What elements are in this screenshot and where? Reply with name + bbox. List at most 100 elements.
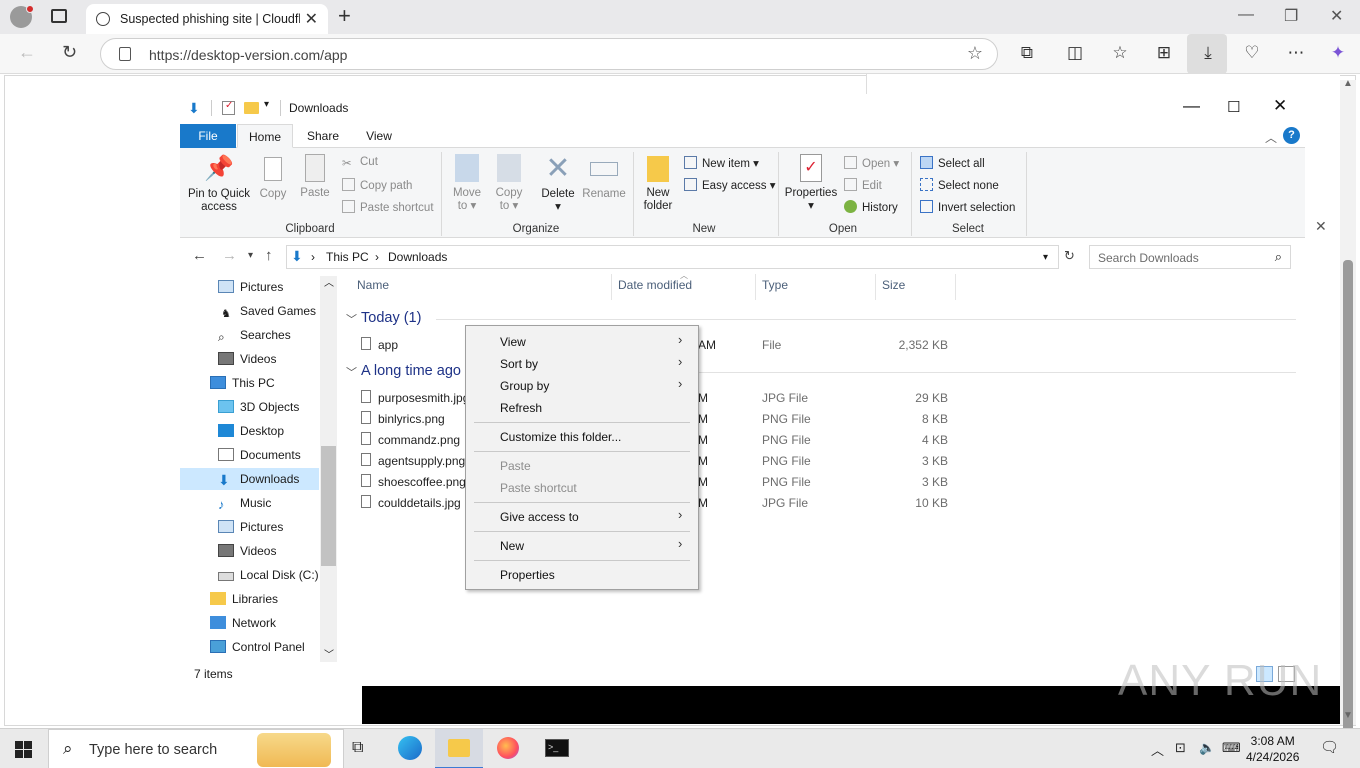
column-separator[interactable] xyxy=(955,274,956,300)
file-name[interactable]: app xyxy=(378,338,398,352)
nav-item-videos[interactable]: Videos xyxy=(218,348,276,370)
volume-icon[interactable]: 🔈 xyxy=(1199,740,1215,756)
path-downloads[interactable]: Downloads xyxy=(388,250,447,264)
group-header-long-ago[interactable]: A long time ago xyxy=(361,363,461,379)
easy-access-button[interactable]: Easy access ▾ xyxy=(684,178,776,192)
file-name[interactable]: coulddetails.jpg xyxy=(378,496,461,510)
open-button[interactable]: Open ▾ xyxy=(844,156,899,170)
properties-quick-icon[interactable]: ✓ xyxy=(222,100,235,115)
page-scrollbar[interactable]: ▲ ▼ xyxy=(1340,78,1356,745)
tab-file[interactable]: File xyxy=(180,124,236,148)
nav-pane-scrollbar[interactable]: ︿ ﹀ xyxy=(320,276,337,662)
search-downloads-input[interactable]: Search Downloads ⌕ xyxy=(1089,245,1291,269)
extensions-icon[interactable]: ⧉ xyxy=(1015,43,1039,63)
nav-item-pictures-2[interactable]: Pictures xyxy=(218,516,283,538)
cut-button[interactable]: ✂ Cut xyxy=(342,156,378,170)
collections-icon[interactable]: ⊞ xyxy=(1152,43,1176,63)
show-hidden-icons[interactable]: ︿ xyxy=(1151,740,1164,759)
profile-avatar[interactable] xyxy=(10,5,34,28)
taskbar-search-box[interactable]: ⌕ Type here to search xyxy=(48,729,344,768)
select-all-button[interactable]: Select all xyxy=(920,156,985,170)
column-size[interactable]: Size xyxy=(882,278,905,292)
nav-item-saved-games[interactable]: ♞ Saved Games xyxy=(218,300,316,322)
page-scrollbar-thumb[interactable] xyxy=(1343,260,1353,745)
column-separator[interactable] xyxy=(755,274,756,300)
favorite-star-icon[interactable]: ☆ xyxy=(967,43,983,64)
menu-item-new[interactable]: New xyxy=(500,539,524,553)
nav-item-videos-2[interactable]: Videos xyxy=(218,540,276,562)
new-folder-quick-icon[interactable] xyxy=(244,102,259,114)
nav-item-desktop[interactable]: Desktop xyxy=(218,420,284,442)
nav-scroll-up-icon[interactable]: ︿ xyxy=(324,274,334,289)
menu-item-view[interactable]: View xyxy=(500,335,526,349)
menu-item-sort-by[interactable]: Sort by xyxy=(500,357,538,371)
notifications-icon[interactable]: 🗨 xyxy=(1320,738,1339,756)
browser-tab-active[interactable]: Suspected phishing site | Cloudfla ✕ xyxy=(86,4,328,34)
nav-item-searches[interactable]: ⌕ Searches xyxy=(218,324,291,346)
group-collapse-icon[interactable]: ﹀ xyxy=(346,311,357,327)
refresh-icon[interactable]: ↻ xyxy=(62,42,77,63)
copy-to-button[interactable]: Copy to ▾ xyxy=(492,154,526,213)
paste-shortcut-button[interactable]: Paste shortcut xyxy=(342,200,434,214)
close-window-icon[interactable]: ✕ xyxy=(1330,6,1343,26)
edit-button[interactable]: Edit xyxy=(844,178,882,192)
nav-item-this-pc[interactable]: This PC xyxy=(210,372,275,394)
menu-item-paste[interactable]: Paste xyxy=(500,459,531,473)
rename-button[interactable]: Rename xyxy=(582,154,626,201)
nav-item-music[interactable]: ♪ Music xyxy=(218,492,271,514)
new-folder-button[interactable]: New folder xyxy=(638,154,678,213)
file-name[interactable]: commandz.png xyxy=(378,433,460,447)
file-explorer-taskbar-button[interactable] xyxy=(435,729,483,768)
menu-item-properties[interactable]: Properties xyxy=(500,568,555,582)
nav-item-pictures[interactable]: Pictures xyxy=(218,276,283,298)
nav-scroll-down-icon[interactable]: ﹀ xyxy=(324,646,334,661)
browser-essentials-icon[interactable]: ♡ xyxy=(1240,43,1264,63)
tab-actions-icon[interactable] xyxy=(51,9,67,23)
nav-item-libraries[interactable]: Libraries xyxy=(210,588,278,610)
explorer-minimize-icon[interactable]: — xyxy=(1183,96,1200,116)
explorer-close-icon[interactable]: ✕ xyxy=(1273,96,1287,116)
nav-item-documents[interactable]: Documents xyxy=(218,444,301,466)
copy-button[interactable]: Copy xyxy=(256,154,290,201)
address-bar[interactable]: https://desktop-version.com/app ☆ xyxy=(100,38,998,70)
menu-item-refresh[interactable]: Refresh xyxy=(500,401,542,415)
menu-item-paste-shortcut[interactable]: Paste shortcut xyxy=(500,481,577,495)
group-header-today[interactable]: Today (1) xyxy=(361,310,421,326)
tab-close-icon[interactable]: ✕ xyxy=(305,9,318,29)
search-icon[interactable]: ⌕ xyxy=(1275,249,1282,265)
terminal-taskbar-button[interactable]: >_ xyxy=(533,729,581,768)
nav-item-control-panel[interactable]: Control Panel xyxy=(210,636,305,658)
menu-item-give-access[interactable]: Give access to xyxy=(500,510,579,524)
select-none-button[interactable]: Select none xyxy=(920,178,999,192)
menu-item-customize-folder[interactable]: Customize this folder... xyxy=(500,430,621,444)
recent-locations-icon[interactable]: ▾ xyxy=(248,250,253,261)
task-view-button[interactable]: ⧉ xyxy=(336,729,384,768)
explorer-forward-icon[interactable]: → xyxy=(222,247,237,264)
up-one-level-icon[interactable]: ↑ xyxy=(265,247,273,264)
path-chevron-icon[interactable]: › xyxy=(375,250,379,264)
path-box[interactable]: ⬇ › This PC › Downloads ▾ xyxy=(286,245,1059,269)
scroll-down-icon[interactable]: ▼ xyxy=(1343,710,1353,721)
paste-button[interactable]: Paste xyxy=(297,154,333,200)
column-type[interactable]: Type xyxy=(762,278,788,292)
file-name[interactable]: binlyrics.png xyxy=(378,412,445,426)
edge-taskbar-button[interactable] xyxy=(386,729,434,768)
tab-view[interactable]: View xyxy=(354,124,404,148)
pin-to-quick-access-button[interactable]: 📌 Pin to Quick access xyxy=(186,154,252,214)
restore-icon[interactable]: ❐ xyxy=(1284,6,1298,26)
file-name[interactable]: agentsupply.png xyxy=(378,454,465,468)
path-this-pc[interactable]: This PC xyxy=(326,250,369,264)
windows-start-icon[interactable] xyxy=(15,741,32,758)
file-name[interactable]: purposesmith.jpg xyxy=(378,391,469,405)
delete-button[interactable]: ✕ Delete ▾ xyxy=(538,154,578,214)
back-icon[interactable]: ← xyxy=(18,42,36,63)
new-tab-button[interactable]: + xyxy=(338,3,351,29)
path-chevron-icon[interactable]: › xyxy=(311,250,315,264)
taskbar-clock[interactable]: 3:08 AM 4/24/2026 xyxy=(1246,733,1299,765)
nav-item-downloads[interactable]: ⬇ Downloads xyxy=(180,468,319,490)
tab-home[interactable]: Home xyxy=(237,124,293,148)
site-info-icon[interactable] xyxy=(119,47,131,61)
customize-quick-access-icon[interactable]: ▾ xyxy=(264,99,269,110)
nav-scrollbar-thumb[interactable] xyxy=(321,446,336,566)
minimize-icon[interactable]: — xyxy=(1238,6,1254,24)
